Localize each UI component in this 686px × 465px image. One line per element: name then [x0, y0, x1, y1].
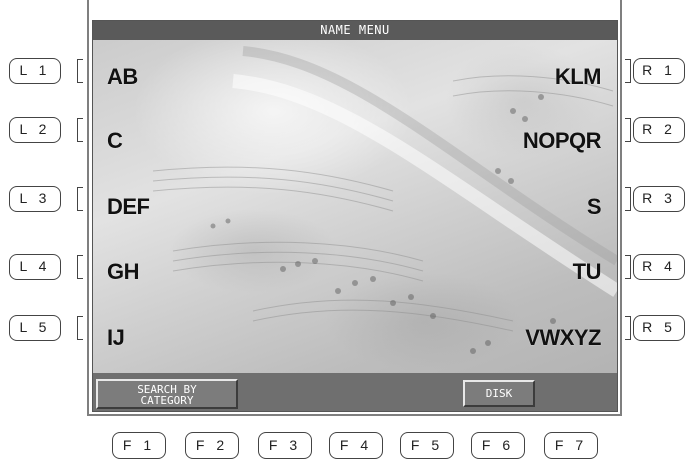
screen-title: NAME MENU [93, 21, 617, 40]
f5-button[interactable]: F 5 [400, 432, 454, 459]
search-by-category-line2: CATEGORY [140, 394, 194, 407]
menu-item-nopqr[interactable]: NOPQR [523, 128, 602, 154]
l2-button[interactable]: L 2 [9, 117, 61, 143]
f1-button[interactable]: F 1 [112, 432, 166, 459]
l5-bracket [77, 316, 83, 340]
menu-item-ij[interactable]: IJ [107, 325, 125, 351]
r4-bracket [625, 255, 631, 279]
r2-bracket [625, 118, 631, 142]
l1-button[interactable]: L 1 [9, 58, 61, 84]
menu-item-tu[interactable]: TU [573, 259, 602, 285]
f3-button[interactable]: F 3 [258, 432, 312, 459]
menu-item-gh[interactable]: GH [107, 259, 140, 285]
r3-bracket [625, 187, 631, 211]
l4-button[interactable]: L 4 [9, 254, 61, 280]
menu-item-vwxyz[interactable]: VWXYZ [525, 325, 601, 351]
search-by-category-button[interactable]: SEARCH BY CATEGORY [96, 379, 238, 409]
r2-button[interactable]: R 2 [633, 117, 685, 143]
l1-bracket [77, 59, 83, 83]
l2-bracket [77, 118, 83, 142]
r4-button[interactable]: R 4 [633, 254, 685, 280]
f2-button[interactable]: F 2 [185, 432, 239, 459]
l5-button[interactable]: L 5 [9, 315, 61, 341]
sheet-music-background [152, 46, 617, 354]
r5-button[interactable]: R 5 [633, 315, 685, 341]
f6-button[interactable]: F 6 [471, 432, 525, 459]
disk-button[interactable]: DISK [463, 380, 535, 407]
soft-button-bar: SEARCH BY CATEGORY DISK [93, 373, 617, 411]
menu-item-ab[interactable]: AB [107, 64, 138, 90]
l3-button[interactable]: L 3 [9, 186, 61, 212]
lcd-screen: NAME MENU AB C DEF GH IJ KLM NOPQR S TU … [92, 20, 618, 412]
l4-bracket [77, 255, 83, 279]
menu-item-s[interactable]: S [587, 194, 602, 220]
l3-bracket [77, 187, 83, 211]
r5-bracket [625, 316, 631, 340]
f4-button[interactable]: F 4 [329, 432, 383, 459]
f7-button[interactable]: F 7 [544, 432, 598, 459]
menu-item-klm[interactable]: KLM [555, 64, 602, 90]
r3-button[interactable]: R 3 [633, 186, 685, 212]
menu-item-c[interactable]: C [107, 128, 123, 154]
r1-button[interactable]: R 1 [633, 58, 685, 84]
r1-bracket [625, 59, 631, 83]
menu-item-def[interactable]: DEF [107, 194, 150, 220]
